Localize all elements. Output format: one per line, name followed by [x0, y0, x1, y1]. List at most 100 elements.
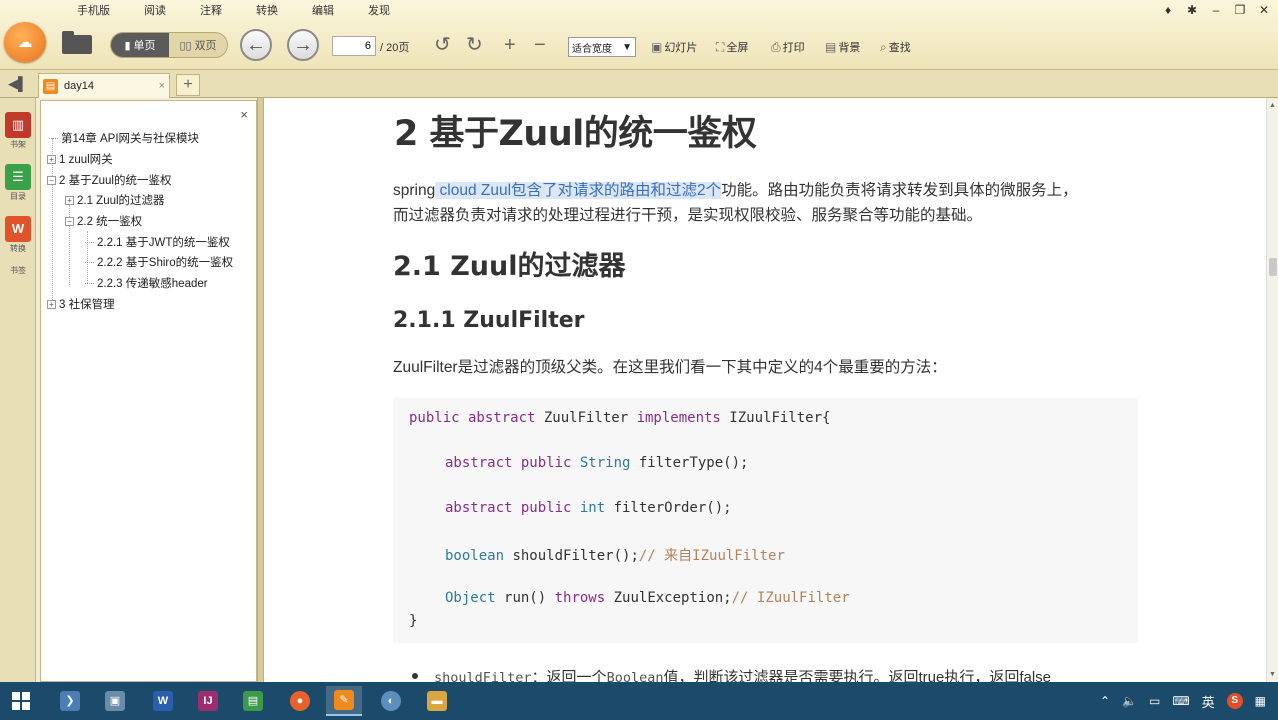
rail-bookshelf-label: 书架	[10, 140, 26, 149]
rotate-right-icon[interactable]: ↻	[466, 33, 483, 57]
taskbar-app-7[interactable]: ✎	[326, 686, 362, 716]
open-folder-icon[interactable]	[62, 30, 92, 54]
collapse-icon[interactable]: −	[47, 176, 56, 185]
pin-icon[interactable]: ♦	[1162, 2, 1174, 18]
outline-item-social-security[interactable]: +3 社保管理	[47, 297, 115, 313]
text-selection[interactable]: cloud Zuul包含了对请求的路由和过滤2个	[435, 182, 722, 199]
menu-convert[interactable]: 转换	[239, 2, 295, 20]
code-line: abstract public int filterOrder();	[445, 500, 732, 516]
code-keyword: abstract public	[445, 455, 580, 471]
heading-2: 2.1 Zuul的过滤器	[393, 251, 626, 282]
print-button[interactable]: ⎙ 打印	[771, 39, 805, 55]
outline-panel: × 第14章 API网关与社保模块 +1 zuul网关 −2 基于Zuul的统一…	[40, 100, 257, 682]
outline-item-unified-auth[interactable]: −2.2 统一鉴权	[65, 214, 142, 230]
taskbar-app-1[interactable]: ❯	[52, 686, 88, 716]
double-page-button[interactable]: ▯▯ 双页	[169, 33, 227, 57]
new-tab-button[interactable]: +	[176, 74, 200, 96]
outline-item-zuul-auth[interactable]: −2 基于Zuul的统一鉴权	[47, 173, 171, 189]
keyboard-icon[interactable]: ⌨	[1172, 694, 1189, 708]
forward-arrow-icon[interactable]: →	[287, 29, 319, 61]
ime-indicator[interactable]: 英	[1202, 692, 1215, 711]
back-arrow-icon[interactable]: ←	[240, 29, 272, 61]
sogou-icon[interactable]: S	[1226, 693, 1243, 709]
maximize-icon[interactable]: ❐	[1234, 2, 1246, 18]
fullscreen-icon: ⛶	[716, 39, 725, 54]
outline-item-shiro-auth[interactable]: 2.2.2 基于Shiro的统一鉴权	[85, 255, 233, 271]
taskbar-app-6[interactable]: ●	[282, 686, 318, 716]
code-text: filterOrder();	[613, 500, 732, 516]
close-icon[interactable]: ✕	[1258, 2, 1270, 18]
menu-bar: 手机版 阅读 注释 转换 编辑 发现	[60, 2, 407, 20]
expand-icon[interactable]: +	[65, 196, 74, 205]
fullscreen-label: 全屏	[726, 42, 749, 54]
outline-item-jwt-auth[interactable]: 2.2.1 基于JWT的统一鉴权	[85, 235, 230, 251]
volume-icon[interactable]: 🔈	[1122, 694, 1137, 708]
single-page-button[interactable]: ▮ 单页	[111, 33, 169, 57]
panel-splitter[interactable]	[257, 98, 264, 682]
chevron-down-icon: ▼	[622, 41, 632, 53]
tab-bar: ◀▌ ▤ day14 × +	[0, 70, 1278, 98]
rail-bookshelf[interactable]: ▥ 书架	[3, 112, 33, 150]
slideshow-button[interactable]: ▣ 幻灯片	[651, 39, 697, 55]
rail-bookmark[interactable]: 书签	[3, 264, 33, 276]
windows-start-icon[interactable]	[12, 692, 30, 710]
menu-mobile[interactable]: 手机版	[60, 2, 127, 20]
menu-read[interactable]: 阅读	[127, 2, 183, 20]
chevron-up-icon[interactable]: ⌃	[1100, 694, 1110, 708]
taskbar-app-4[interactable]: IJ	[190, 686, 226, 716]
expand-icon[interactable]: +	[47, 155, 56, 164]
scroll-thumb[interactable]	[1269, 258, 1277, 276]
notification-icon[interactable]: ▦	[1255, 694, 1266, 708]
expand-icon[interactable]: +	[47, 300, 56, 309]
code-line: public abstract ZuulFilter implements IZ…	[409, 410, 830, 426]
outline-item-chapter14[interactable]: 第14章 API网关与社保模块	[49, 131, 199, 147]
vertical-scrollbar[interactable]: ▲ ▼	[1266, 98, 1278, 682]
code-keyword: implements	[636, 410, 730, 426]
rail-convert[interactable]: W 转换	[3, 216, 33, 254]
code-keyword: public abstract	[409, 410, 544, 426]
taskbar-app-8[interactable]: ◐	[373, 686, 409, 716]
zoom-in-icon[interactable]: +	[504, 33, 516, 57]
fullscreen-button[interactable]: ⛶ 全屏	[716, 39, 748, 55]
taskbar-app-5[interactable]: ▤	[235, 686, 271, 716]
rotate-left-icon[interactable]: ↺	[434, 33, 451, 57]
background-button[interactable]: ▤ 背景	[825, 39, 860, 55]
minimize-icon[interactable]: –	[1210, 2, 1222, 18]
gear-icon[interactable]: ✱	[1186, 2, 1198, 18]
fit-width-select[interactable]: 适合宽度 ▼	[568, 37, 636, 57]
taskbar-app-3[interactable]: W	[145, 686, 181, 716]
network-icon[interactable]: ▭	[1149, 694, 1160, 708]
tab-close-icon[interactable]: ×	[159, 80, 165, 92]
scroll-up-icon[interactable]: ▲	[1269, 102, 1276, 109]
menu-edit[interactable]: 编辑	[295, 2, 351, 20]
app-logo-icon[interactable]: ☁	[4, 22, 46, 62]
paragraph-2: ZuulFilter是过滤器的顶级父类。在这里我们看一下其中定义的4个最重要的方…	[393, 359, 947, 376]
menu-annotate[interactable]: 注释	[183, 2, 239, 20]
menu-discover[interactable]: 发现	[351, 2, 407, 20]
scroll-down-icon[interactable]: ▼	[1269, 671, 1276, 678]
code-line: boolean shouldFilter();// 来自IZuulFilter	[445, 545, 785, 565]
zoom-out-icon[interactable]: −	[534, 33, 546, 57]
collapse-icon[interactable]: −	[65, 217, 74, 226]
outline-item-zuul-gateway[interactable]: +1 zuul网关	[47, 152, 113, 168]
rail-bookmark-label: 书签	[10, 266, 26, 275]
document-view: 2 基于Zuul的统一鉴权 spring cloud Zuul包含了对请求的路由…	[264, 98, 1266, 682]
outline-item-zuul-filter[interactable]: +2.1 Zuul的过滤器	[65, 193, 165, 209]
find-button[interactable]: ⌕ 查找	[880, 39, 911, 55]
inline-code: shouldFilter	[434, 670, 532, 682]
app-icon: ●	[290, 691, 310, 711]
page-number-input[interactable]	[332, 36, 376, 56]
app-icon: IJ	[198, 691, 218, 711]
code-line: abstract public String filterType();	[445, 455, 748, 471]
outline-close-icon[interactable]: ×	[240, 107, 248, 122]
outline-item-label: 1 zuul网关	[59, 154, 113, 166]
taskbar-app-9[interactable]: ▬	[419, 686, 455, 716]
outline-item-label: 2 基于Zuul的统一鉴权	[59, 175, 172, 187]
tab-day14[interactable]: ▤ day14 ×	[38, 73, 170, 98]
sidebar-toggle-icon[interactable]: ◀▌	[8, 76, 27, 92]
taskbar-app-2[interactable]: ▣	[97, 686, 133, 716]
page-icon: ▮	[124, 39, 131, 52]
outline-item-sensitive-header[interactable]: 2.2.3 传递敏感header	[85, 276, 208, 292]
left-rail: ▥ 书架 ☰ 目录 W 转换 书签	[0, 98, 36, 682]
rail-outline[interactable]: ☰ 目录	[3, 164, 33, 202]
